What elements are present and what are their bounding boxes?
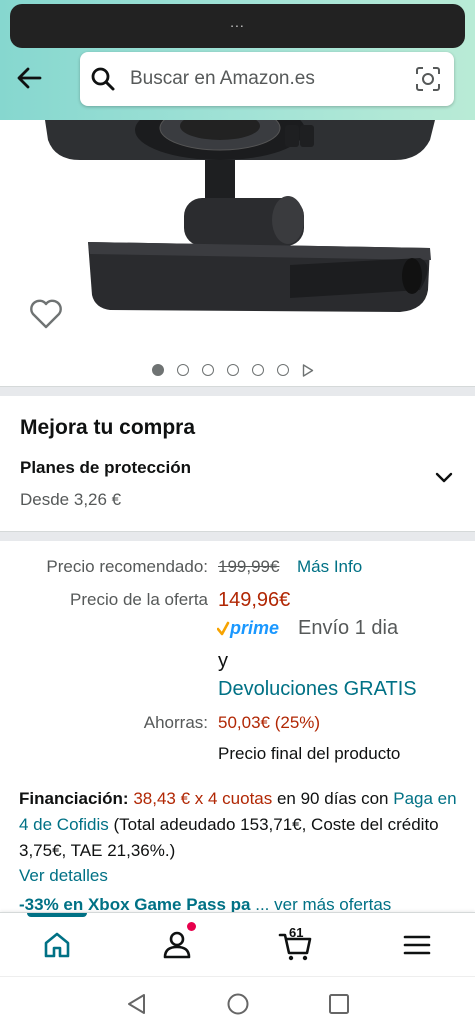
financing-amount: 38,43 € x 4 cuotas: [133, 789, 273, 808]
camera-search-icon[interactable]: [414, 65, 442, 93]
more-info-link[interactable]: Más Info: [297, 557, 362, 577]
shipping-info: Envío 1 dia: [298, 617, 399, 639]
search-box[interactable]: Buscar en Amazon.es: [80, 52, 454, 106]
chevron-down-icon[interactable]: [432, 466, 456, 490]
free-returns-link[interactable]: Devoluciones GRATIS: [218, 678, 417, 701]
carousel-dot[interactable]: [252, 364, 264, 376]
savings-value: 50,03€ (25%): [218, 713, 321, 732]
home-icon[interactable]: [39, 927, 75, 963]
offer-price-label: Precio de la oferta: [70, 590, 208, 609]
financing-label: Financiación:: [19, 789, 129, 808]
carousel-dot[interactable]: [202, 364, 214, 376]
home-circle-icon[interactable]: [225, 991, 251, 1017]
search-input[interactable]: Buscar en Amazon.es: [130, 68, 315, 90]
header: ... Buscar en Amazon.es: [0, 0, 475, 120]
carousel-dot[interactable]: [227, 364, 239, 376]
prime-logo: prime: [217, 618, 279, 638]
section-divider: [0, 531, 475, 541]
product-image-carousel[interactable]: [0, 120, 475, 385]
back-triangle-icon[interactable]: [124, 991, 150, 1017]
notification-dot: [187, 922, 196, 931]
recommended-price: 199,99€: [218, 557, 280, 576]
system-navigation-bar: [0, 976, 475, 1029]
recents-square-icon[interactable]: [326, 991, 352, 1017]
carousel-indicators: [152, 362, 314, 378]
active-tab-indicator: [27, 913, 87, 917]
offer-price: 149,96€: [218, 589, 291, 611]
savings-label: Ahorras:: [143, 713, 208, 732]
svg-text:prime: prime: [229, 618, 279, 638]
financing-info: Financiación: 38,43 € x 4 cuotas en 90 d…: [19, 786, 459, 864]
bottom-navigation: [0, 912, 475, 976]
final-price-note: Precio final del producto: [218, 744, 401, 763]
recommended-price-label: Precio recomendado:: [46, 557, 208, 576]
back-button[interactable]: [14, 62, 46, 94]
protection-plans-price: Desde 3,26 €: [20, 490, 122, 509]
conjunction-text: y: [218, 650, 228, 672]
wishlist-heart-button[interactable]: [28, 298, 64, 330]
arrow-left-icon: [17, 67, 42, 89]
carousel-dot[interactable]: [277, 364, 289, 376]
video-play-icon[interactable]: [302, 363, 314, 377]
carousel-dot[interactable]: [152, 364, 164, 376]
url-bar[interactable]: ...: [10, 4, 465, 48]
upgrade-title: Mejora tu compra: [20, 416, 196, 439]
heart-icon: [30, 299, 62, 329]
search-icon: [91, 67, 115, 91]
section-divider: [0, 386, 475, 396]
protection-plans-title[interactable]: Planes de protección: [20, 458, 191, 478]
product-image: [45, 120, 435, 312]
carousel-dot[interactable]: [177, 364, 189, 376]
menu-icon[interactable]: [399, 927, 435, 963]
financing-text: en 90 días con: [272, 789, 394, 808]
view-details-link[interactable]: Ver detalles: [19, 866, 108, 886]
account-icon[interactable]: [159, 927, 195, 963]
cart-count-badge: 61: [289, 925, 304, 940]
